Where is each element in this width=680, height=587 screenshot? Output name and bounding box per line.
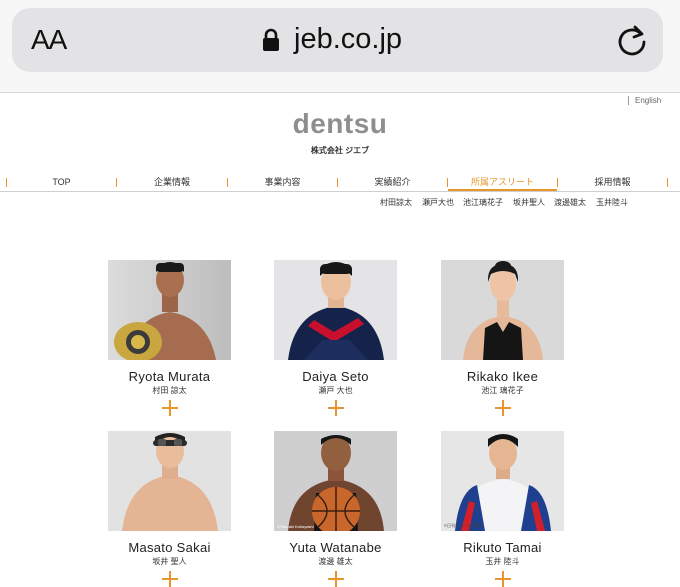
athlete-jname: 村田 諒太 <box>152 386 187 395</box>
url-domain[interactable]: jeb.co.jp <box>294 23 402 56</box>
nav-item-athletes[interactable]: 所属アスリート <box>448 174 557 191</box>
subnav-seto[interactable]: 瀬戸大也 <box>422 197 454 208</box>
reload-icon[interactable] <box>615 23 649 57</box>
main-nav: TOP 企業情報 事業内容 実績紹介 所属アスリート 採用情報 <box>0 174 680 192</box>
english-link[interactable]: English <box>628 96 661 105</box>
subnav-murata[interactable]: 村田諒太 <box>380 197 412 208</box>
photo-credit: ©Yasuaki Kobayashi <box>277 524 314 529</box>
athlete-card-sakai[interactable]: Masato Sakai 坂井 聖人 <box>108 431 231 587</box>
subnav-ikee[interactable]: 池江璃花子 <box>463 197 503 208</box>
lock-icon <box>263 28 279 51</box>
plus-icon[interactable] <box>161 400 178 416</box>
subnav-watanabe[interactable]: 渡邊雄太 <box>554 197 586 208</box>
text-size-button[interactable]: AA <box>31 24 67 56</box>
athlete-jname: 渡邊 雄太 <box>318 557 353 566</box>
athlete-card-ikee[interactable]: Rikako Ikee 池江 璃花子 <box>441 260 564 416</box>
athlete-photo[interactable]: ©Yasuaki Kobayashi <box>274 431 397 531</box>
nav-item-business[interactable]: 事業内容 <box>228 174 337 190</box>
company-name: 株式会社 ジエブ <box>310 146 370 155</box>
athlete-card-tamai[interactable]: ©日刊スポーツ新聞社 Rikuto Tamai 玉井 陸斗 <box>441 431 564 587</box>
athlete-photo[interactable] <box>108 431 231 531</box>
browser-chrome: AA jeb.co.jp <box>0 0 680 93</box>
plus-icon[interactable] <box>161 571 178 587</box>
athlete-name: Ryota Murata <box>128 369 211 384</box>
nav-item-company[interactable]: 企業情報 <box>117 174 227 190</box>
athlete-photo[interactable] <box>441 260 564 360</box>
athlete-card-watanabe[interactable]: ©Yasuaki Kobayashi Yuta Watanabe 渡邊 雄太 <box>274 431 397 587</box>
athlete-jname: 池江 璃花子 <box>481 386 524 395</box>
subnav-sakai[interactable]: 坂井聖人 <box>513 197 545 208</box>
athlete-photo[interactable]: ©日刊スポーツ新聞社 <box>441 431 564 531</box>
nav-item-top[interactable]: TOP <box>7 174 116 190</box>
plus-icon[interactable] <box>494 571 511 587</box>
athlete-jname: 瀬戸 大也 <box>318 386 353 395</box>
athlete-name: Yuta Watanabe <box>289 540 382 555</box>
subnav-tamai[interactable]: 玉井陸斗 <box>596 197 628 208</box>
nav-item-recruit[interactable]: 採用情報 <box>558 174 667 190</box>
nav-separator <box>667 178 668 187</box>
athlete-photo[interactable] <box>108 260 231 360</box>
dentsu-logo[interactable]: dentsu <box>0 108 680 140</box>
plus-icon[interactable] <box>327 571 344 587</box>
athlete-card-murata[interactable]: Ryota Murata 村田 諒太 <box>108 260 231 416</box>
athlete-photo[interactable] <box>274 260 397 360</box>
athlete-card-seto[interactable]: Daiya Seto 瀬戸 大也 <box>274 260 397 416</box>
athlete-jname: 玉井 陸斗 <box>485 557 520 566</box>
athlete-name: Daiya Seto <box>302 369 369 384</box>
athlete-name: Rikako Ikee <box>466 369 539 384</box>
plus-icon[interactable] <box>494 400 511 416</box>
athlete-name: Masato Sakai <box>128 540 211 555</box>
address-bar[interactable]: AA jeb.co.jp <box>12 8 663 72</box>
photo-credit: ©日刊スポーツ新聞社 <box>444 523 483 528</box>
athlete-jname: 坂井 聖人 <box>152 557 187 566</box>
plus-icon[interactable] <box>327 400 344 416</box>
athlete-name: Rikuto Tamai <box>463 540 542 555</box>
nav-item-works[interactable]: 実績紹介 <box>338 174 447 190</box>
